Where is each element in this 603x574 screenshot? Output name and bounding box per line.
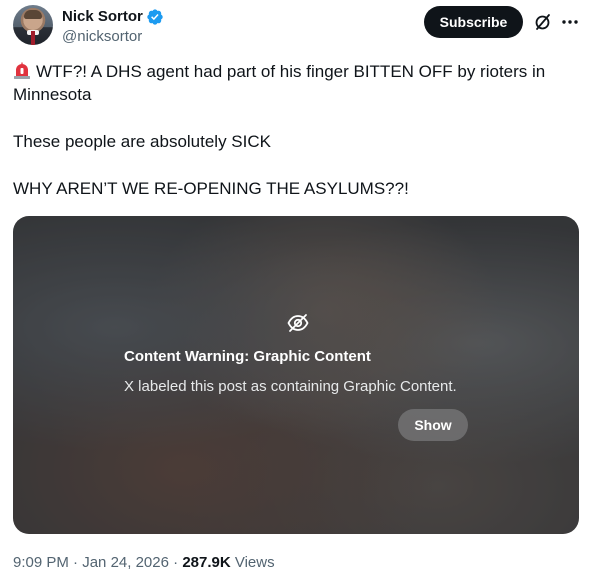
author-display-name[interactable]: Nick Sortor (62, 7, 143, 27)
post-text-line: Minnesota (13, 85, 92, 104)
post-text-line: WTF?! A DHS agent had part of his finger… (13, 60, 588, 83)
meta-separator: · (173, 554, 179, 571)
show-button[interactable]: Show (398, 409, 468, 441)
avatar[interactable] (13, 5, 53, 45)
post-text-line: WHY AREN’T WE RE-OPENING THE ASYLUMS??! (13, 179, 409, 198)
author-handle[interactable]: @nicksortor (62, 28, 142, 46)
post-text: WTF?! A DHS agent had part of his finger… (13, 60, 588, 200)
siren-icon (14, 62, 30, 79)
blurred-media (13, 216, 579, 534)
eye-off-icon (287, 314, 309, 332)
views-count: 287.9K (182, 554, 231, 571)
verified-badge-icon (147, 9, 163, 25)
views-label: Views (234, 554, 275, 571)
warning-description: X labeled this post as containing Graphi… (124, 378, 457, 395)
post-time[interactable]: 9:09 PM (13, 554, 69, 571)
warning-title: Content Warning: Graphic Content (124, 348, 371, 365)
subscribe-button[interactable]: Subscribe (424, 6, 523, 38)
post-text-line: These people are absolutely SICK (13, 132, 271, 151)
more-icon[interactable] (560, 12, 580, 32)
post-meta: 9:09 PM · Jan 24, 2026 · 287.9K Views (13, 553, 275, 573)
post-date[interactable]: Jan 24, 2026 (82, 554, 169, 571)
meta-separator: · (73, 554, 79, 571)
author-name-row: Nick Sortor (62, 7, 164, 27)
media-content-warning[interactable]: Content Warning: Graphic Content X label… (13, 216, 579, 534)
tweet: Nick Sortor @nicksortor Subscribe WTF?! … (0, 0, 603, 574)
grok-icon[interactable] (533, 12, 553, 32)
